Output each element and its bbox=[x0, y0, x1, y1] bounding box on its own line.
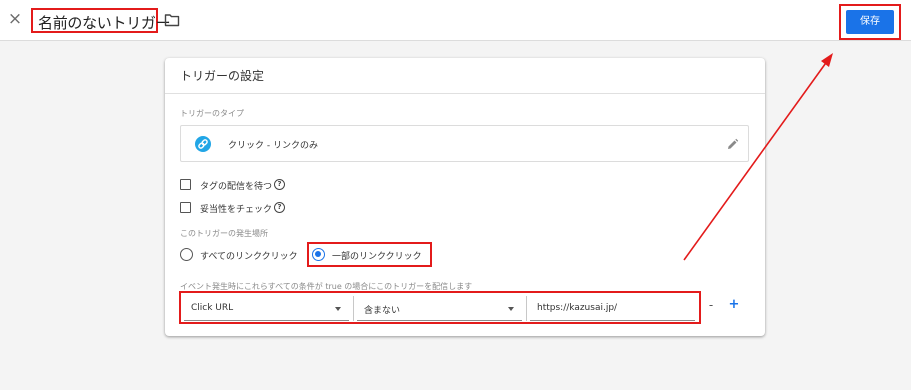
trigger-type-selector[interactable]: クリック - リンクのみ bbox=[180, 125, 749, 162]
condition-value-input[interactable]: https://kazusai.jp/ bbox=[530, 296, 695, 321]
folder-icon[interactable] bbox=[164, 13, 180, 27]
check-validation-label: 妥当性をチェック bbox=[200, 205, 273, 215]
all-link-clicks-radio[interactable] bbox=[180, 248, 193, 261]
top-bar: × 名前のないトリガー 保存 bbox=[0, 0, 911, 41]
trigger-config-card: トリガーの設定 トリガーのタイプ クリック - リンクのみ タグの配信を待つ ?… bbox=[165, 58, 765, 336]
close-icon[interactable]: × bbox=[6, 10, 24, 28]
help-icon[interactable]: ? bbox=[274, 179, 285, 190]
some-link-clicks-label[interactable]: 一部のリンククリック bbox=[332, 249, 422, 262]
save-button-highlight: 保存 bbox=[839, 4, 901, 40]
all-link-clicks-label[interactable]: すべてのリンククリック bbox=[200, 249, 298, 262]
wait-for-tags-label: タグの配信を待つ bbox=[200, 182, 273, 192]
condition-value-text: https://kazusai.jp/ bbox=[537, 303, 618, 313]
variable-select[interactable]: Click URL bbox=[184, 296, 349, 321]
link-icon bbox=[195, 136, 211, 152]
check-validation-row[interactable]: 妥当性をチェック ? bbox=[180, 201, 380, 215]
variable-select-value: Click URL bbox=[191, 303, 234, 313]
field-divider bbox=[353, 296, 354, 321]
dropdown-caret-icon bbox=[508, 307, 514, 311]
field-divider bbox=[526, 296, 527, 321]
pencil-icon[interactable] bbox=[726, 138, 739, 151]
some-link-clicks-radio[interactable] bbox=[312, 248, 325, 261]
trigger-name-text: 名前のないトリガー bbox=[38, 14, 171, 32]
dropdown-caret-icon bbox=[335, 307, 341, 311]
check-validation-checkbox[interactable] bbox=[180, 202, 191, 213]
fire-on-label: このトリガーの発生場所 bbox=[180, 229, 268, 238]
wait-for-tags-row[interactable]: タグの配信を待つ ? bbox=[180, 178, 380, 192]
trigger-type-label: トリガーのタイプ bbox=[180, 109, 244, 118]
wait-for-tags-checkbox[interactable] bbox=[180, 179, 191, 190]
add-condition-button[interactable]: + bbox=[728, 297, 740, 313]
trigger-name-field[interactable]: 名前のないトリガー bbox=[31, 8, 171, 33]
operator-select-value: 含まない bbox=[364, 306, 401, 316]
help-icon[interactable]: ? bbox=[274, 202, 285, 213]
trigger-type-text: クリック - リンクのみ bbox=[228, 141, 318, 151]
operator-select[interactable]: 含まない bbox=[357, 296, 522, 321]
save-button[interactable]: 保存 bbox=[846, 10, 894, 34]
remove-condition-button[interactable]: - bbox=[705, 298, 717, 314]
condition-row: Click URL 含まない https://kazusai.jp/ bbox=[179, 291, 701, 324]
card-header: トリガーの設定 bbox=[165, 58, 765, 94]
card-title: トリガーの設定 bbox=[180, 69, 265, 83]
